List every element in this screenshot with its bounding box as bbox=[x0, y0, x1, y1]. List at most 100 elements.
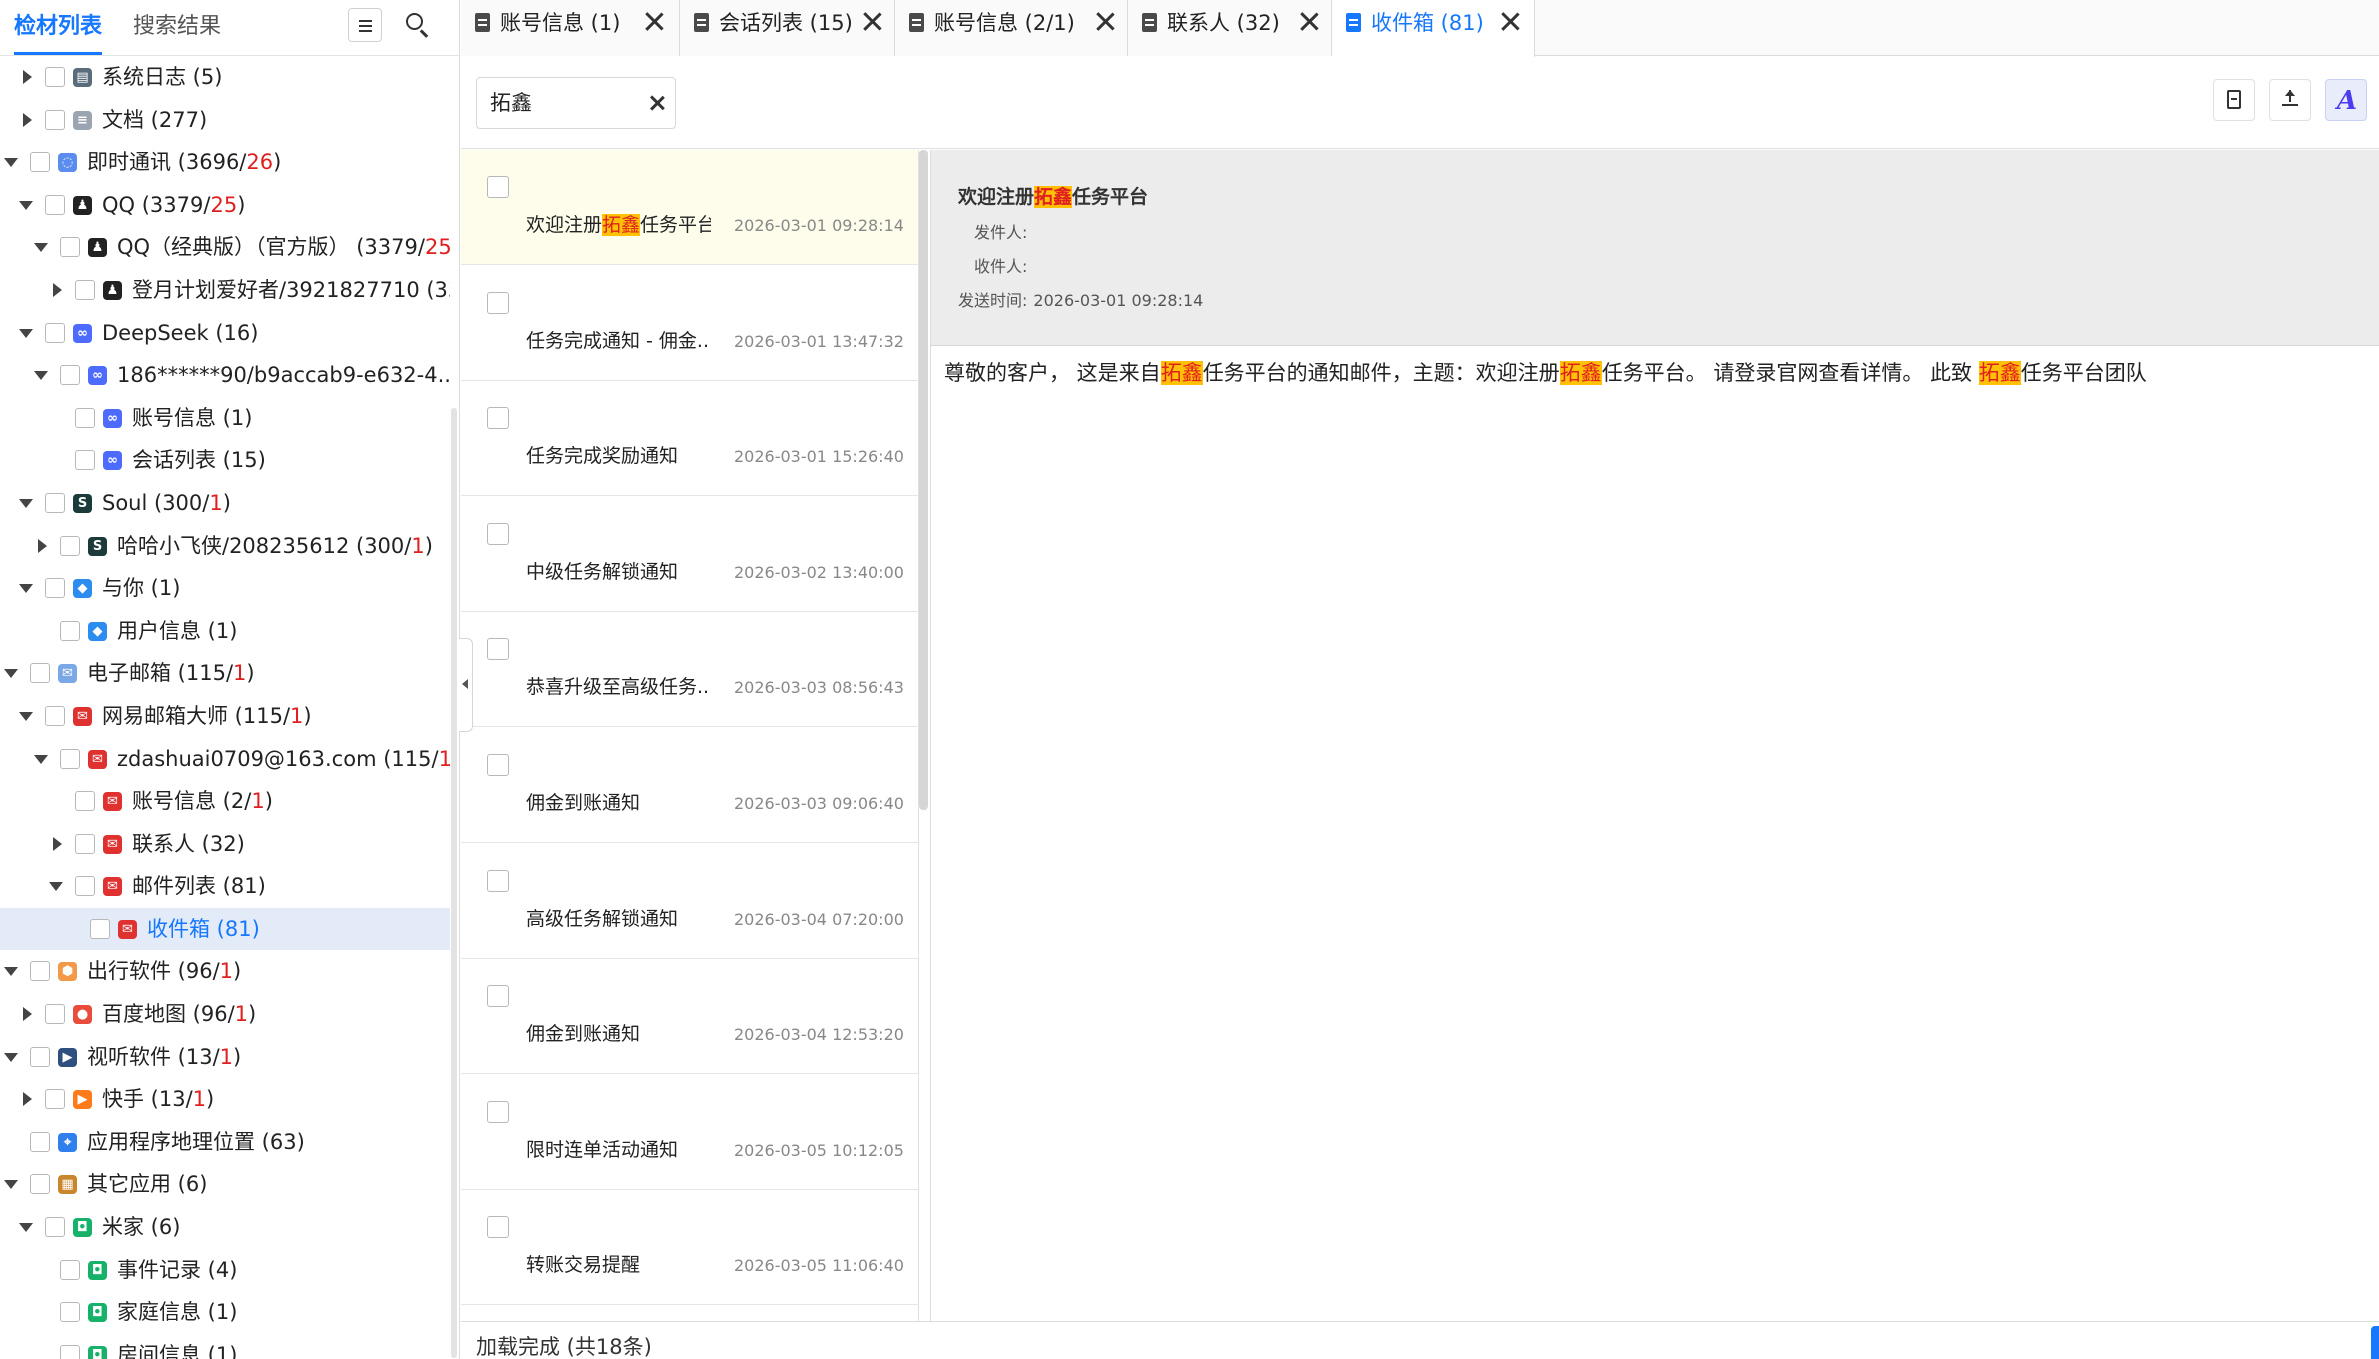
chevron-down-icon[interactable] bbox=[49, 882, 63, 892]
tree-node-checkbox[interactable] bbox=[75, 833, 95, 854]
tree-node[interactable]: ◘ 房间信息 (1) bbox=[0, 1334, 450, 1359]
tree-node-checkbox[interactable] bbox=[45, 322, 65, 343]
tree-node[interactable]: ♟ QQ (3379/25) bbox=[0, 184, 450, 227]
tree-node[interactable]: ✉ 网易邮箱大师 (115/1) bbox=[0, 695, 450, 738]
tree-node[interactable]: ✉ 电子邮箱 (115/1) bbox=[0, 652, 450, 695]
chevron-down-icon[interactable] bbox=[19, 498, 33, 508]
tree-node[interactable]: ◆ 用户信息 (1) bbox=[0, 610, 450, 653]
chevron-down-icon[interactable] bbox=[19, 200, 33, 210]
tree-node[interactable]: ● 百度地图 (96/1) bbox=[0, 993, 450, 1036]
tree-node[interactable]: ◘ 事件记录 (4) bbox=[0, 1249, 450, 1292]
tree-node-checkbox[interactable] bbox=[30, 1046, 50, 1067]
tree-node-checkbox[interactable] bbox=[60, 535, 80, 556]
tree-node[interactable]: S 哈哈小飞侠/208235612 (300/1) bbox=[0, 525, 450, 568]
tree-node-checkbox[interactable] bbox=[60, 1259, 80, 1280]
tab-inbox[interactable]: 收件箱 (81) bbox=[1332, 0, 1535, 57]
tree-node-checkbox[interactable] bbox=[60, 365, 80, 386]
mail-list-item[interactable]: 欢迎注册拓鑫任务平台 2026-03-01 09:28:14 bbox=[461, 150, 918, 265]
chevron-down-icon[interactable] bbox=[34, 371, 48, 381]
mail-list-item[interactable]: 限时连单活动通知 2026-03-05 10:12:05 bbox=[461, 1074, 918, 1190]
mail-checkbox[interactable] bbox=[487, 1100, 509, 1123]
tree-node-checkbox[interactable] bbox=[60, 1302, 80, 1323]
tree-node-checkbox[interactable] bbox=[45, 109, 65, 130]
mail-list-item[interactable]: 佣金到账通知 2026-03-04 12:53:20 bbox=[461, 959, 918, 1075]
sidebar-scrollbar[interactable] bbox=[451, 408, 457, 1358]
close-icon[interactable] bbox=[862, 11, 882, 31]
tab-account-info-2[interactable]: 账号信息 (2/1) bbox=[895, 0, 1128, 56]
chevron-down-icon[interactable] bbox=[4, 1052, 18, 1062]
tree-node[interactable]: ◌ 即时通讯 (3696/26) bbox=[0, 141, 450, 184]
tree-node-checkbox[interactable] bbox=[30, 663, 50, 684]
close-icon[interactable] bbox=[1095, 11, 1115, 31]
tree-node[interactable]: ⌖ 应用程序地理位置 (63) bbox=[0, 1121, 450, 1164]
chevron-down-icon[interactable] bbox=[4, 158, 18, 168]
tree-node-checkbox[interactable] bbox=[45, 67, 65, 87]
tree-node-checkbox[interactable] bbox=[60, 748, 80, 769]
chevron-right-icon[interactable] bbox=[23, 1007, 32, 1022]
tree-node-checkbox[interactable] bbox=[75, 876, 95, 897]
chevron-down-icon[interactable] bbox=[4, 669, 18, 679]
tree-node-checkbox[interactable] bbox=[90, 918, 110, 939]
tree-node-checkbox[interactable] bbox=[75, 279, 95, 300]
tree-node[interactable]: S Soul (300/1) bbox=[0, 482, 450, 525]
chevron-down-icon[interactable] bbox=[19, 711, 33, 721]
tree-node[interactable]: ≡ 文档 (277) bbox=[0, 99, 450, 142]
tree-node-checkbox[interactable] bbox=[60, 237, 80, 258]
menu-button[interactable] bbox=[348, 8, 382, 42]
chevron-down-icon[interactable] bbox=[19, 1223, 33, 1233]
chevron-right-icon[interactable] bbox=[53, 282, 62, 297]
tree-node-checkbox[interactable] bbox=[30, 152, 50, 173]
tree-node[interactable]: ∞ 会话列表 (15) bbox=[0, 439, 450, 482]
close-icon[interactable] bbox=[1299, 11, 1319, 31]
mail-list-item[interactable]: 任务完成奖励通知 2026-03-01 15:26:40 bbox=[461, 381, 918, 497]
tree-node-checkbox[interactable] bbox=[60, 1344, 80, 1359]
mail-list-item[interactable]: 恭喜升级至高级任务... 2026-03-03 08:56:43 bbox=[461, 612, 918, 728]
tab-evidence-list[interactable]: 检材列表 bbox=[14, 12, 103, 55]
chevron-right-icon[interactable] bbox=[23, 112, 32, 127]
tree-node[interactable]: ✉ 收件箱 (81) bbox=[0, 907, 450, 951]
tree-node[interactable]: ▶ 视听软件 (13/1) bbox=[0, 1036, 450, 1079]
tree-node-checkbox[interactable] bbox=[45, 1089, 65, 1110]
chevron-right-icon[interactable] bbox=[38, 538, 47, 553]
mail-checkbox[interactable] bbox=[487, 638, 509, 661]
tree-node[interactable]: ✉ 邮件列表 (81) bbox=[0, 865, 450, 908]
mail-list-item[interactable]: 任务完成通知 - 佣金... 2026-03-01 13:47:32 bbox=[461, 265, 918, 381]
tree-node-checkbox[interactable] bbox=[30, 1131, 50, 1152]
chevron-down-icon[interactable] bbox=[34, 243, 48, 253]
tree-node-checkbox[interactable] bbox=[45, 1004, 65, 1025]
tree-node-checkbox[interactable] bbox=[45, 194, 65, 215]
tab-conversation-list[interactable]: 会话列表 (15) bbox=[680, 0, 895, 56]
tree-node[interactable]: ✉ zdashuai0709@163.com (115/1) bbox=[0, 738, 450, 781]
mail-list-scrollbar[interactable] bbox=[919, 150, 928, 810]
clear-filter-icon[interactable] bbox=[649, 95, 665, 111]
mail-checkbox[interactable] bbox=[487, 985, 509, 1008]
tree-node-checkbox[interactable] bbox=[45, 492, 65, 513]
tree-node[interactable]: ◘ 米家 (6) bbox=[0, 1206, 450, 1249]
mail-list-item[interactable]: 转账交易提醒 2026-03-05 11:06:40 bbox=[461, 1190, 918, 1306]
keyword-filter-chip[interactable]: 拓鑫 bbox=[476, 77, 676, 129]
tree-node[interactable]: ▶ 快手 (13/1) bbox=[0, 1078, 450, 1121]
chevron-right-icon[interactable] bbox=[23, 70, 32, 84]
tree-node[interactable]: ◘ 家庭信息 (1) bbox=[0, 1291, 450, 1334]
chevron-right-icon[interactable] bbox=[23, 1092, 32, 1107]
tree-node[interactable]: ◆ 与你 (1) bbox=[0, 567, 450, 610]
mail-list-item[interactable]: 高级任务解锁通知 2026-03-04 07:20:00 bbox=[461, 843, 918, 959]
chevron-down-icon[interactable] bbox=[19, 328, 33, 338]
tree-node-checkbox[interactable] bbox=[30, 1174, 50, 1195]
mail-checkbox[interactable] bbox=[487, 407, 509, 430]
chevron-down-icon[interactable] bbox=[4, 967, 18, 977]
tree-node-checkbox[interactable] bbox=[45, 1217, 65, 1238]
tree-node[interactable]: ∞ DeepSeek (16) bbox=[0, 312, 450, 355]
tree-node-checkbox[interactable] bbox=[45, 705, 65, 726]
mail-checkbox[interactable] bbox=[487, 869, 509, 892]
mail-checkbox[interactable] bbox=[487, 291, 509, 314]
chevron-right-icon[interactable] bbox=[53, 836, 62, 851]
export-file-button[interactable] bbox=[2213, 79, 2255, 121]
tab-contacts[interactable]: 联系人 (32) bbox=[1128, 0, 1332, 56]
mail-checkbox[interactable] bbox=[487, 1216, 509, 1239]
chevron-down-icon[interactable] bbox=[4, 1180, 18, 1190]
collapse-sidebar-handle[interactable] bbox=[459, 638, 473, 732]
tree-node-checkbox[interactable] bbox=[75, 450, 95, 471]
mail-checkbox[interactable] bbox=[487, 522, 509, 545]
tree-node-checkbox[interactable] bbox=[30, 961, 50, 982]
